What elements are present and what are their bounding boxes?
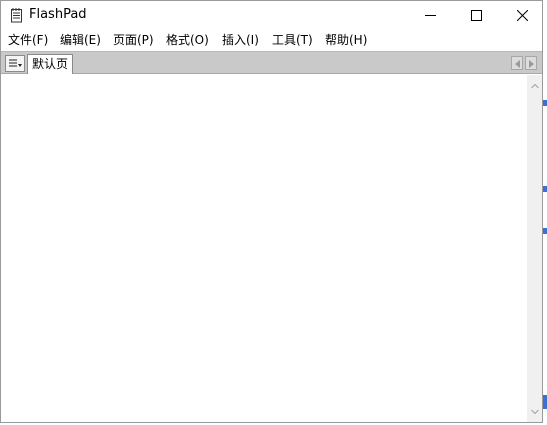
flashpad-window: FlashPad 文件(F) 编辑(E) 页面(P) 格式(O) 插入(I) 工… — [0, 0, 543, 423]
menu-help[interactable]: 帮助(H) — [325, 33, 367, 48]
maximize-button[interactable] — [453, 1, 499, 30]
menu-page[interactable]: 页面(P) — [113, 33, 154, 48]
triangle-right-icon — [529, 60, 534, 68]
window-title: FlashPad — [29, 7, 87, 22]
title-bar[interactable]: FlashPad — [1, 1, 542, 30]
menu-format[interactable]: 格式(O) — [166, 33, 209, 48]
background-window-edge — [543, 228, 547, 234]
tab-label: 默认页 — [32, 57, 69, 71]
maximize-icon — [471, 10, 482, 21]
notepad-icon — [9, 7, 24, 23]
tab-strip: 默认页 — [1, 51, 542, 74]
tab-list-button[interactable] — [5, 55, 25, 72]
close-button[interactable] — [499, 1, 542, 30]
menu-bar: 文件(F) 编辑(E) 页面(P) 格式(O) 插入(I) 工具(T) 帮助(H… — [1, 30, 542, 51]
triangle-left-icon — [515, 60, 520, 68]
menu-edit[interactable]: 编辑(E) — [60, 33, 101, 48]
tab-default-page[interactable]: 默认页 — [27, 54, 73, 74]
vertical-scrollbar[interactable] — [527, 75, 542, 422]
text-editor-area[interactable] — [1, 75, 527, 422]
list-menu-icon — [9, 59, 22, 67]
background-window-edge — [543, 186, 547, 192]
close-icon — [517, 10, 528, 21]
background-window-edge — [543, 395, 547, 409]
minimize-icon — [425, 15, 436, 16]
chevron-up-icon[interactable] — [531, 83, 539, 89]
menu-insert[interactable]: 插入(I) — [222, 33, 259, 48]
background-window-edge — [543, 100, 547, 106]
menu-file[interactable]: 文件(F) — [8, 33, 48, 48]
tab-scroll-right-button[interactable] — [525, 56, 537, 70]
menu-tools[interactable]: 工具(T) — [272, 33, 313, 48]
chevron-down-icon[interactable] — [531, 409, 539, 415]
tab-scroll-left-button[interactable] — [511, 56, 523, 70]
minimize-button[interactable] — [407, 1, 453, 30]
